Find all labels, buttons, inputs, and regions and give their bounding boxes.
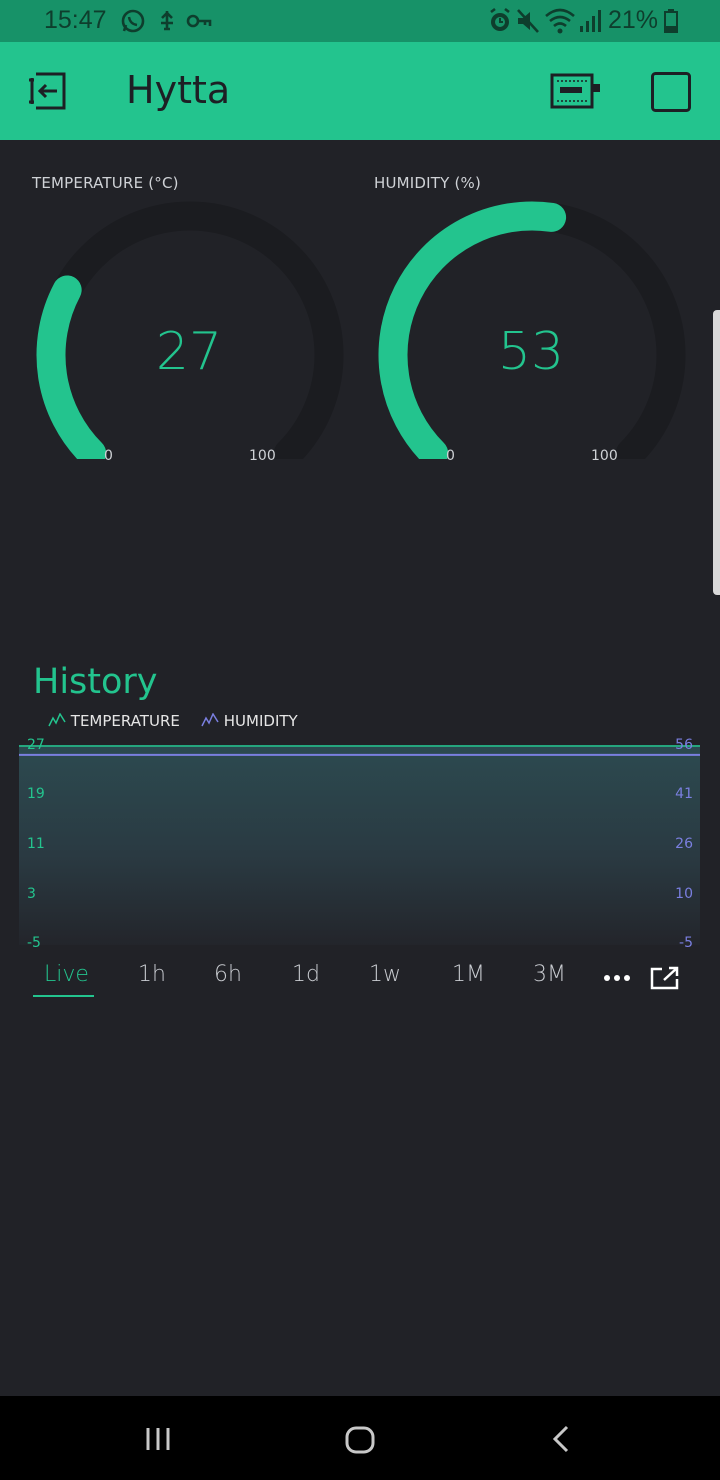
gauge-max: 100 [249,448,276,464]
status-left-icons [121,9,212,33]
battery-percent: 21% [608,6,659,34]
stop-icon[interactable] [650,71,692,113]
history-title: History [33,662,158,702]
active-range-indicator [33,995,94,997]
y-tick-right: 10 [675,886,693,902]
legend-label: TEMPERATURE [70,712,180,730]
range-1w[interactable]: 1w [369,962,401,987]
fullscreen-icon[interactable] [650,966,680,990]
alarm-icon [490,7,510,31]
system-nav-bar [0,1396,720,1480]
gauge-label: TEMPERATURE (°C) [32,174,179,192]
gauge-max: 100 [591,448,618,464]
gauge-label: HUMIDITY (%) [374,174,482,192]
temperature-area [19,745,700,945]
history-chart[interactable] [19,745,700,945]
range-live[interactable]: Live [44,962,89,987]
gauge-min: 0 [104,448,113,464]
y-tick-right: 56 [675,737,693,753]
recent-apps-icon[interactable] [145,1426,173,1452]
home-icon[interactable] [344,1425,376,1455]
range-1m[interactable]: 1M [452,962,485,987]
status-right-icons [490,7,601,34]
mute-icon [517,9,539,33]
legend-label: HUMIDITY [223,712,298,730]
app-bar: Hytta [0,42,720,140]
line-chart-icon [201,712,219,727]
gauge-value: 27 [155,322,223,382]
scroll-handle[interactable] [713,310,720,595]
whatsapp-icon [121,9,145,33]
y-tick-left: 19 [27,786,45,802]
signal-icon [580,10,601,32]
more-icon[interactable] [603,974,631,982]
y-tick-left: 11 [27,836,45,852]
page-title: Hytta [126,68,231,112]
y-tick-left: -5 [27,935,41,951]
range-1d[interactable]: 1d [292,962,320,987]
range-3m[interactable]: 3M [533,962,566,987]
y-tick-right: -5 [679,935,693,951]
vpn-key-icon [186,14,212,28]
battery-icon [664,9,678,33]
range-1h[interactable]: 1h [138,962,166,987]
legend-temperature[interactable]: TEMPERATURE [48,712,180,730]
y-tick-left: 27 [27,737,45,753]
y-tick-left: 3 [27,886,36,902]
status-time: 15:47 [44,6,107,34]
wifi-icon [545,8,575,34]
y-tick-right: 41 [675,786,693,802]
line-chart-icon [48,712,66,727]
gauge-min: 0 [446,448,455,464]
legend-humidity[interactable]: HUMIDITY [201,712,298,730]
exit-icon[interactable] [26,70,72,112]
back-icon[interactable] [550,1424,572,1454]
time-range-selector: Live 1h 6h 1d 1w 1M 3M [0,958,720,1004]
y-tick-right: 26 [675,836,693,852]
gauge-value: 53 [497,322,565,382]
range-6h[interactable]: 6h [214,962,242,987]
status-bar: 15:47 21% [0,0,720,42]
device-icon[interactable] [550,72,602,110]
usb-debug-icon [161,11,173,31]
